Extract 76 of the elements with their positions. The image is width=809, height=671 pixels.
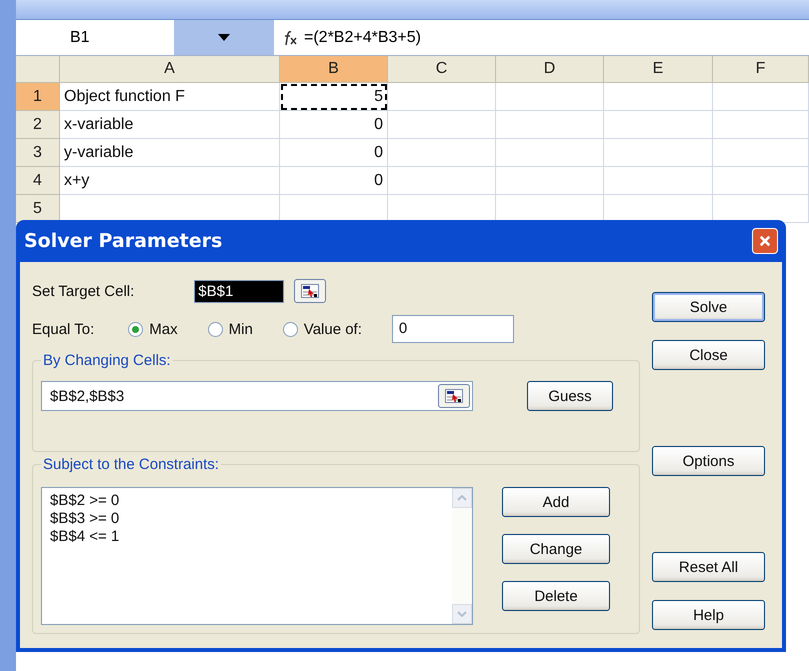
row-header[interactable]: 5 <box>16 195 60 223</box>
constraint-button[interactable]: Add <box>502 487 610 517</box>
dialog-button[interactable]: Close <box>652 340 765 370</box>
changing-cells-field[interactable]: $B$2,$B$3 <box>41 381 473 411</box>
list-item[interactable]: $B$3 >= 0 <box>50 510 444 528</box>
empty-cell[interactable] <box>496 139 604 167</box>
range-button[interactable] <box>438 384 470 408</box>
dialog-button[interactable]: Reset All <box>652 552 765 582</box>
radio-button[interactable]: Min <box>208 320 253 338</box>
guess-button[interactable]: Guess <box>527 381 613 411</box>
empty-cell[interactable] <box>604 83 713 111</box>
column-header[interactable]: F <box>713 56 809 83</box>
empty-cell[interactable] <box>388 139 496 167</box>
close-icon <box>759 234 771 248</box>
dropdown-button[interactable] <box>174 20 274 55</box>
empty-cell[interactable] <box>604 111 713 139</box>
empty-cell[interactable] <box>388 111 496 139</box>
empty-cell[interactable] <box>604 167 713 195</box>
column-header[interactable]: A <box>60 56 280 83</box>
range-select-icon <box>445 389 463 403</box>
table-cell: x+y <box>60 167 280 195</box>
constraint-button[interactable]: Change <box>502 534 610 564</box>
column-header[interactable]: C <box>388 56 496 83</box>
range-button[interactable] <box>294 279 326 303</box>
value-field[interactable]: 0 <box>392 315 514 343</box>
list-item[interactable]: $B$2 >= 0 <box>50 492 444 510</box>
scroll-up-icon[interactable] <box>452 488 472 508</box>
row-header[interactable]: 3 <box>16 139 60 167</box>
empty-cell[interactable] <box>713 111 809 139</box>
constraints-list[interactable]: $B$2 >= 0 $B$3 >= 0 $B$4 <= 1 <box>41 487 473 625</box>
radio-button[interactable]: Value of: <box>282 320 362 338</box>
table-cell: Object function F <box>60 83 280 111</box>
group-label: Subject to the Constraints: <box>42 456 220 473</box>
empty-cell[interactable] <box>496 111 604 139</box>
column-header[interactable]: B <box>280 56 388 83</box>
radio-circle[interactable] <box>282 322 298 336</box>
constraint-button[interactable]: Delete <box>502 581 610 611</box>
radio-circle[interactable] <box>128 322 144 336</box>
field-label: Equal To: <box>32 320 94 338</box>
dialog-title: Solver Parameters <box>24 230 222 252</box>
scroll-down-icon[interactable] <box>452 604 472 624</box>
select-all-corner[interactable] <box>16 56 60 83</box>
empty-cell[interactable] <box>713 139 809 167</box>
column-header[interactable]: D <box>496 56 604 83</box>
name-box[interactable]: B1 <box>16 26 174 50</box>
table-cell: 0 <box>280 111 388 139</box>
row-header[interactable]: 4 <box>16 167 60 195</box>
table-cell: x-variable <box>60 111 280 139</box>
empty-cell[interactable] <box>713 83 809 111</box>
formula-field[interactable]: =(2*B2+4*B3+5) <box>304 28 421 46</box>
function-icon[interactable] <box>282 30 298 46</box>
group-label: By Changing Cells: <box>42 352 172 369</box>
table-cell: 5 <box>280 83 388 111</box>
column-header[interactable]: E <box>604 56 713 83</box>
field-label: Set Target Cell: <box>32 282 134 300</box>
empty-cell[interactable] <box>388 167 496 195</box>
radio-circle[interactable] <box>208 322 223 336</box>
table-cell: 0 <box>280 139 388 167</box>
table-cell: 0 <box>280 167 388 195</box>
empty-cell[interactable] <box>713 167 809 195</box>
target-cell-field[interactable]: $B$1 <box>194 280 284 302</box>
dialog-button[interactable]: Options <box>652 446 765 476</box>
range-select-icon <box>301 284 320 298</box>
dialog-button[interactable]: Help <box>652 600 765 630</box>
caret-icon <box>218 34 230 41</box>
list-item[interactable]: $B$4 <= 1 <box>50 528 444 546</box>
table-cell: y-variable <box>60 139 280 167</box>
radio-button[interactable]: Max <box>128 320 178 338</box>
close-button[interactable] <box>752 228 778 254</box>
row-header[interactable]: 1 <box>16 83 60 111</box>
empty-cell[interactable] <box>496 167 604 195</box>
row-header[interactable]: 2 <box>16 111 60 139</box>
empty-cell[interactable] <box>496 83 604 111</box>
dialog-button[interactable]: Solve <box>652 292 765 322</box>
empty-cell[interactable] <box>388 83 496 111</box>
empty-cell[interactable] <box>604 139 713 167</box>
